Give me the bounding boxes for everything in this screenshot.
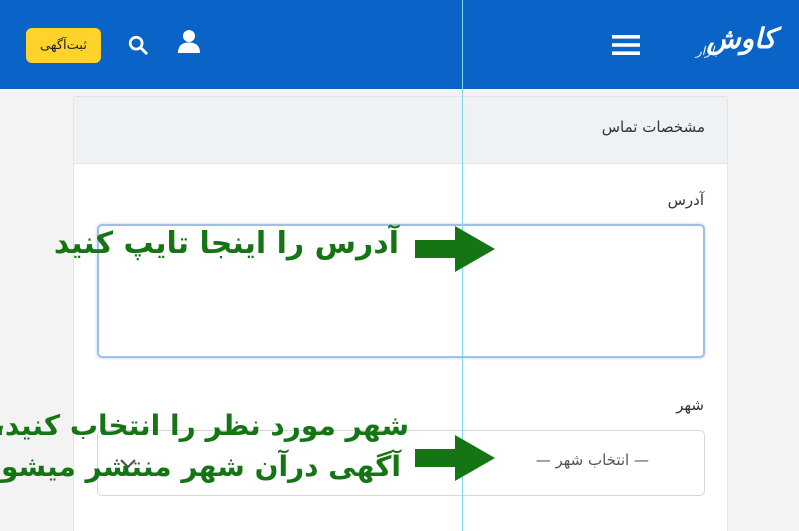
address-label: آدرس — [667, 191, 704, 209]
user-icon[interactable] — [176, 28, 202, 54]
arrow-icon — [415, 226, 495, 272]
search-icon[interactable] — [127, 34, 149, 56]
logo-subtext: بازار — [696, 44, 718, 58]
post-ad-button[interactable]: ثبت‌آگهی — [26, 28, 101, 63]
arrow-icon — [415, 435, 495, 481]
city-select-placeholder: — انتخاب شهر — — [535, 451, 649, 469]
city-label: شهر — [676, 396, 704, 414]
address-hint: آدرس را اینجا تایپ کنید — [53, 226, 399, 261]
city-hint-line2: آگهی درآن شهر منتشر میشود — [0, 450, 401, 483]
card-header: مشخصات تماس — [74, 97, 727, 164]
city-hint-line1: شهر مورد نظر را انتخاب کنید، — [0, 409, 409, 442]
menu-icon[interactable] — [612, 34, 640, 56]
logo[interactable]: کاوش بازار — [680, 18, 780, 68]
top-header: ثبت‌آگهی کاوش بازار — [0, 0, 799, 89]
card-title: مشخصات تماس — [601, 118, 705, 136]
